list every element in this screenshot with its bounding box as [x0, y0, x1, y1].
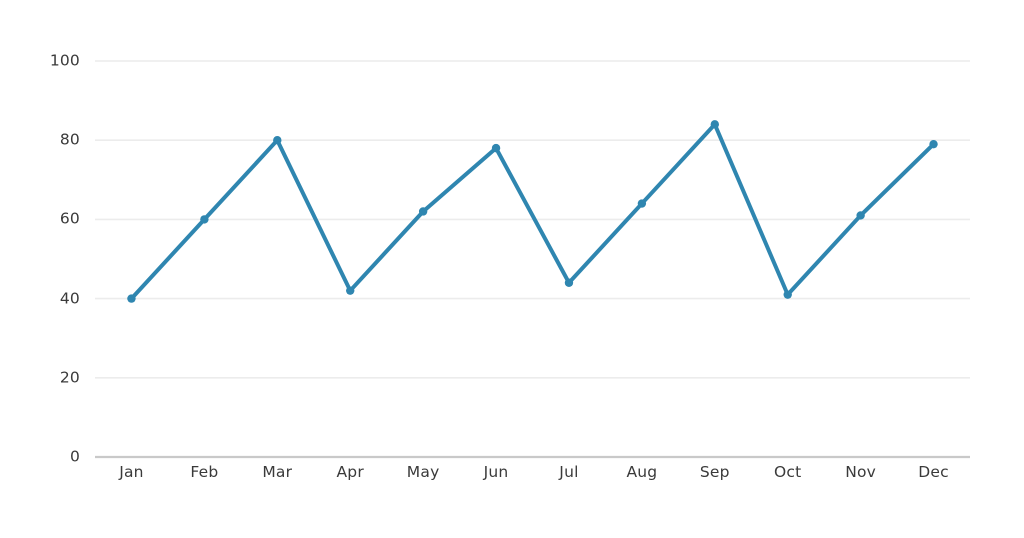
data-series-line: [129, 122, 936, 301]
x-axis-tick-label: Mar: [262, 463, 293, 481]
data-point-marker[interactable]: [200, 215, 209, 224]
data-point-marker[interactable]: [710, 120, 719, 129]
x-axis-tick-label: Dec: [918, 463, 949, 481]
x-axis-tick-label: Nov: [845, 463, 877, 481]
chart-plot-area: [95, 60, 970, 459]
data-point-marker[interactable]: [929, 139, 938, 149]
data-point-marker[interactable]: [346, 286, 355, 295]
x-axis-tick-label: Apr: [336, 463, 364, 481]
data-point-marker[interactable]: [856, 211, 865, 220]
x-axis-tick-label: Sep: [699, 463, 730, 481]
line-chart: 0 20 40 60 80 100 Jan Feb Mar Apr May Jun Jul Aug Sep…: [0, 0, 1024, 538]
x-axis-tick-label: Oct: [774, 463, 802, 481]
x-axis-tick-label: May: [406, 463, 440, 481]
series-line: [129, 122, 936, 301]
data-point-marker[interactable]: [273, 136, 282, 145]
x-axis-tick-label: Jul: [559, 463, 579, 481]
data-point-marker[interactable]: [564, 278, 574, 287]
data-point-marker[interactable]: [783, 290, 792, 299]
data-point-marker[interactable]: [127, 294, 136, 303]
x-axis-tick-label: Jan: [119, 463, 144, 481]
data-point-marker[interactable]: [418, 207, 428, 216]
x-axis-tick-label: Jun: [483, 463, 509, 481]
data-point-marker[interactable]: [491, 143, 501, 153]
x-axis-tick-label: Feb: [190, 463, 219, 481]
data-point-marker[interactable]: [637, 199, 647, 208]
x-axis-tick-label: Aug: [626, 463, 658, 481]
